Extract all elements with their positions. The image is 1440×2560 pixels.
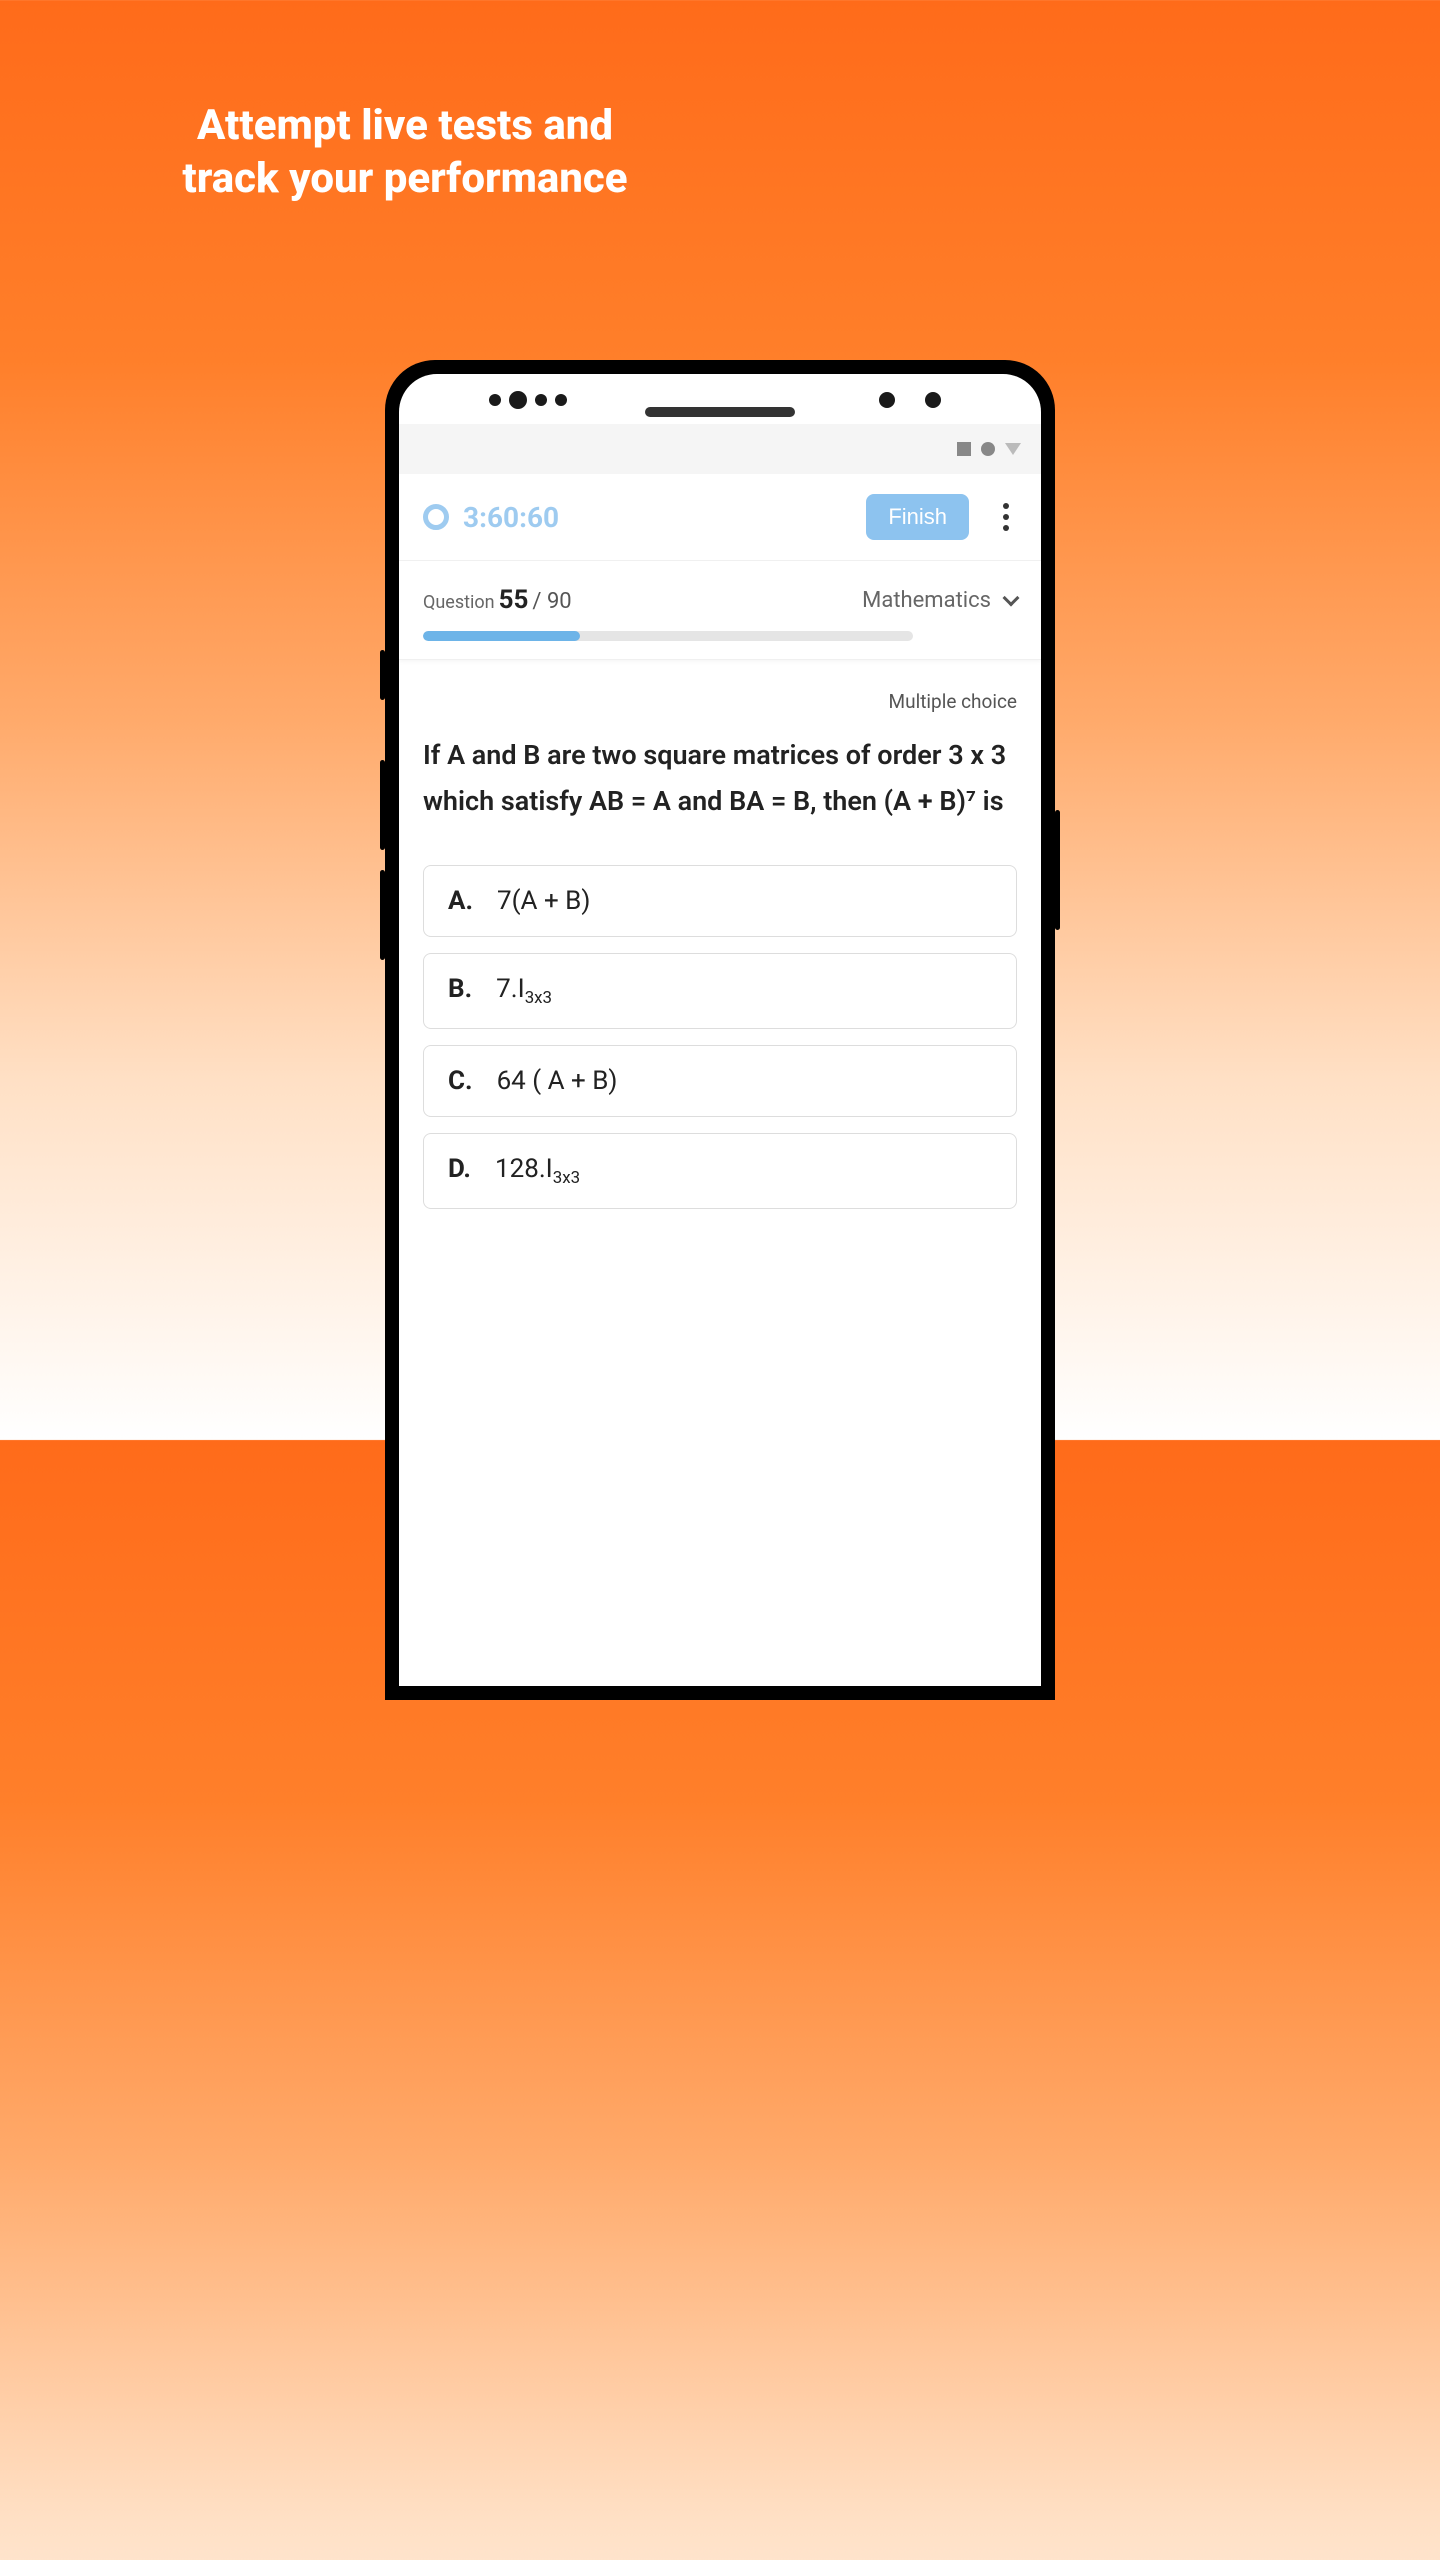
option-letter: D. [448,1154,471,1184]
option-c[interactable]: C. 64 ( A + B) [423,1045,1017,1117]
option-text: 128.I3x3 [495,1154,580,1188]
phone-volume-down [380,870,385,960]
android-status-bar [399,424,1041,474]
option-text: 64 ( A + B) [497,1066,618,1096]
progress-fill [423,631,580,641]
status-icon-circle [981,442,995,456]
option-letter: B. [448,974,472,1004]
sensor-dots [489,394,567,409]
timer-icon [423,504,449,530]
question-body: Multiple choice If A and B are two squar… [399,660,1041,1255]
phone-volume-up [380,760,385,850]
option-d[interactable]: D. 128.I3x3 [423,1133,1017,1209]
phone-mockup-frame: 3:60:60 Finish Question 55 / 90 Mathemat… [385,360,1055,1700]
status-icon-triangle [1005,443,1021,455]
front-cameras [879,392,941,408]
phone-notch [399,374,1041,424]
phone-screen: 3:60:60 Finish Question 55 / 90 Mathemat… [399,374,1041,1686]
option-text: 7.I3x3 [496,974,552,1008]
finish-button[interactable]: Finish [866,494,969,540]
option-letter: A. [448,886,473,916]
test-header-bar: 3:60:60 Finish [399,474,1041,561]
phone-power-button [380,650,385,700]
subject-dropdown[interactable]: Mathematics [862,588,1017,613]
phone-side-button [1055,810,1060,930]
speaker-grille [645,407,795,417]
question-counter: Question 55 / 90 [423,585,572,615]
option-letter: C. [448,1066,473,1096]
more-menu-icon[interactable] [995,495,1017,539]
chevron-down-icon [1003,590,1020,607]
hero-heading: Attempt live tests and track your perfor… [0,0,810,245]
status-icon-square [957,442,971,456]
progress-bar [423,631,913,641]
question-type-label: Multiple choice [423,690,1017,713]
subject-label: Mathematics [862,588,991,613]
option-text: 7(A + B) [497,886,590,916]
option-a[interactable]: A. 7(A + B) [423,865,1017,937]
option-b[interactable]: B. 7.I3x3 [423,953,1017,1029]
question-text: If A and B are two square matrices of or… [423,733,1017,825]
timer-text: 3:60:60 [463,501,852,534]
question-progress-header: Question 55 / 90 Mathematics [399,561,1041,660]
